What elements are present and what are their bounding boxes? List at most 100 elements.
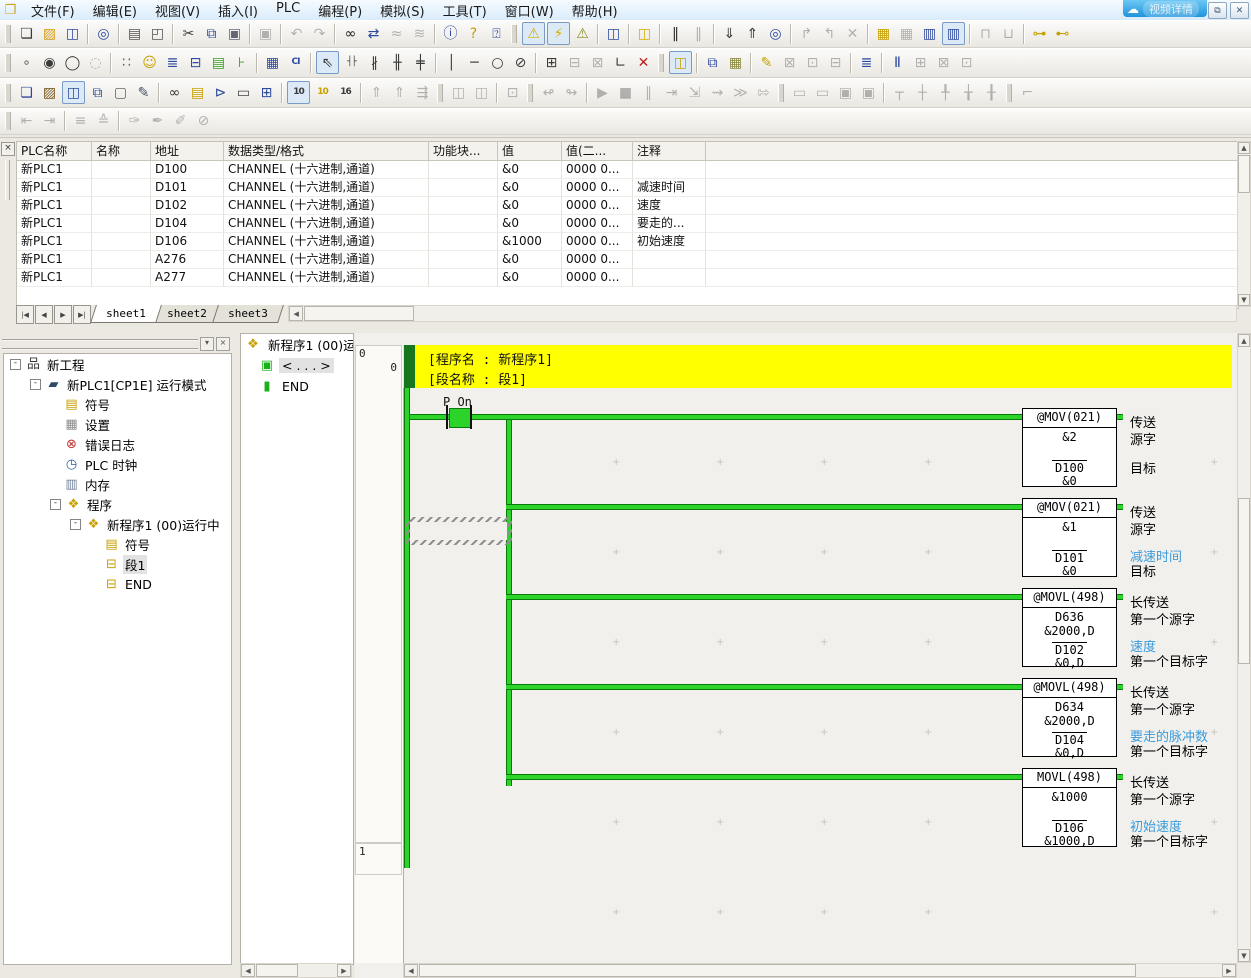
erase-button[interactable]: ✕ — [633, 52, 654, 73]
cloud-overlay-badge[interactable]: ☁ 视频详情 — [1123, 0, 1207, 17]
zoom-in-button[interactable]: ◉ — [39, 52, 60, 73]
cell-r1-c1[interactable] — [92, 179, 151, 197]
ladder-hscroll-thumb[interactable] — [419, 964, 1136, 977]
toolbar-drag-handle[interactable] — [511, 25, 517, 43]
or-contact-button[interactable]: ╫ — [387, 52, 408, 73]
cell-r3-c1[interactable] — [92, 215, 151, 233]
transfer-to-plc-button[interactable]: ◫ — [603, 23, 624, 44]
select-mode-button[interactable]: ⇖ — [316, 51, 339, 74]
differential-monitor-button[interactable]: ≣ — [856, 52, 877, 73]
column-header-0[interactable]: PLC名称 — [17, 142, 92, 161]
rung-comment-button[interactable]: ☺ — [139, 52, 160, 73]
menu-item-4[interactable]: PLC — [267, 0, 309, 21]
new-coil-button[interactable]: ○ — [487, 52, 508, 73]
save-button[interactable]: ◫ — [62, 23, 83, 44]
new-window-button[interactable]: ❏ — [16, 82, 37, 103]
menu-item-0[interactable]: 文件(F) — [22, 0, 84, 21]
column-header-3[interactable]: 数据类型/格式 — [224, 142, 429, 161]
properties-button[interactable]: ✎ — [133, 82, 154, 103]
cell-r6-c0[interactable]: 新PLC1 — [17, 269, 92, 287]
find-button[interactable]: ∞ — [340, 23, 361, 44]
tree-item-7[interactable]: -❖程序 — [4, 494, 231, 514]
cell-r1-c5[interactable]: &0 — [498, 179, 562, 197]
download-button[interactable]: ⇓ — [719, 23, 740, 44]
cell-r6-c5[interactable]: &0 — [498, 269, 562, 287]
upload-button[interactable]: ⇑ — [742, 23, 763, 44]
zoom-button[interactable]: ◯ — [62, 52, 83, 73]
cell-r3-c4[interactable] — [429, 215, 498, 233]
watch-grip-handle[interactable] — [5, 160, 10, 200]
watch-hscroll-thumb[interactable] — [304, 306, 414, 321]
zoom-out-small-button[interactable]: ∘ — [16, 52, 37, 73]
table-row[interactable]: 新PLC1D104CHANNEL (十六进制,通道)&00000 0...要走的… — [17, 215, 1238, 233]
restore-button[interactable]: ⧉ — [1208, 2, 1227, 19]
ladder-horizontal-scrollbar[interactable]: ◀ ▶ — [403, 963, 1237, 978]
toolbar-drag-handle[interactable] — [778, 84, 784, 102]
tree-item-1[interactable]: -▰新PLC1[CP1E] 运行模式 — [4, 374, 231, 394]
cell-r5-c7[interactable] — [633, 251, 706, 269]
column-header-7[interactable]: 注释 — [633, 142, 706, 161]
tree-expander-icon[interactable]: - — [50, 499, 61, 510]
section-item-0[interactable]: ▣< . . . > — [241, 355, 353, 376]
cell-r4-c0[interactable]: 新PLC1 — [17, 233, 92, 251]
tab-prev-button[interactable]: ◀ — [35, 305, 53, 324]
cell-r6-c4[interactable] — [429, 269, 498, 287]
check-programs-button[interactable]: ⚠ — [572, 23, 593, 44]
cell-r0-c3[interactable]: CHANNEL (十六进制,通道) — [224, 161, 429, 179]
cell-r0-c0[interactable]: 新PLC1 — [17, 161, 92, 179]
cell-r3-c7[interactable]: 要走的... — [633, 215, 706, 233]
column-header-4[interactable]: 功能块... — [429, 142, 498, 161]
tree-item-10[interactable]: ⊟段1 — [4, 554, 231, 574]
new-button[interactable]: ❏ — [16, 23, 37, 44]
cell-r0-c7[interactable] — [633, 161, 706, 179]
toolbar-drag-handle[interactable] — [1006, 84, 1012, 102]
or-closed-contact-button[interactable]: ╪ — [410, 52, 431, 73]
horizontal-line-button[interactable]: ─ — [464, 52, 485, 73]
show-grid-button[interactable]: ∷ — [116, 52, 137, 73]
column-header-1[interactable]: 名称 — [92, 142, 151, 161]
cell-r4-c2[interactable]: D106 — [151, 233, 224, 251]
menu-item-9[interactable]: 帮助(H) — [563, 0, 627, 21]
new-contact-button[interactable]: ┤├ — [341, 52, 362, 73]
cell-r2-c1[interactable] — [92, 197, 151, 215]
cell-r4-c5[interactable]: &1000 — [498, 233, 562, 251]
panel-close-icon[interactable]: × — [216, 337, 230, 351]
cross-reference-button[interactable]: ∞ — [164, 82, 185, 103]
symbol-display-button[interactable]: ▤ — [208, 52, 229, 73]
options-button[interactable]: ▨ — [39, 82, 60, 103]
section-hscroll-thumb[interactable] — [256, 964, 298, 977]
instruction-block-1[interactable]: @MOV(021)&1D101&0 — [1022, 498, 1117, 577]
cell-r1-c2[interactable]: D101 — [151, 179, 224, 197]
table-row[interactable]: 新PLC1D100CHANNEL (十六进制,通道)&00000 0... — [17, 161, 1238, 179]
force-set-list-button[interactable]: ⊶ — [1029, 23, 1050, 44]
cell-r1-c3[interactable]: CHANNEL (十六进制,通道) — [224, 179, 429, 197]
cell-r4-c6[interactable]: 0000 0... — [562, 233, 633, 251]
cell-r2-c2[interactable]: D102 — [151, 197, 224, 215]
table-row[interactable]: 新PLC1D102CHANNEL (十六进制,通道)&00000 0...速度 — [17, 197, 1238, 215]
column-header-5[interactable]: 值 — [498, 142, 562, 161]
tree-item-0[interactable]: -品新工程 — [4, 354, 231, 374]
tree-expander-icon[interactable]: - — [10, 359, 21, 370]
block-hierarchy-button[interactable]: ⊦ — [231, 52, 252, 73]
menu-item-7[interactable]: 工具(T) — [434, 0, 496, 21]
output-window-button[interactable]: ▭ — [233, 82, 254, 103]
section-horizontal-scrollbar[interactable]: ◀ ▶ — [240, 963, 352, 978]
cut-button[interactable]: ✂ — [178, 23, 199, 44]
verify-button[interactable]: ◎ — [765, 23, 786, 44]
io-comment-button[interactable]: ⊟ — [185, 52, 206, 73]
cell-r5-c1[interactable] — [92, 251, 151, 269]
monitor-signed-decimal-button[interactable]: 10 — [312, 82, 333, 103]
cell-r6-c3[interactable]: CHANNEL (十六进制,通道) — [224, 269, 429, 287]
monitor-window-button[interactable]: ◫ — [62, 81, 85, 104]
scroll-right-icon[interactable]: ▶ — [337, 964, 351, 977]
cell-r5-c0[interactable]: 新PLC1 — [17, 251, 92, 269]
scroll-down-icon[interactable]: ▼ — [1238, 949, 1250, 962]
cell-r1-c0[interactable]: 新PLC1 — [17, 179, 92, 197]
monitor-decimal-button[interactable]: 10 — [287, 81, 310, 104]
tab-first-button[interactable]: |◀ — [16, 305, 34, 324]
toolbar-drag-handle[interactable] — [5, 25, 11, 43]
instruction-block-0[interactable]: @MOV(021)&2D100&0 — [1022, 408, 1117, 487]
replace-button[interactable]: ⇄ — [363, 23, 384, 44]
tree-item-9[interactable]: ▤符号 — [4, 534, 231, 554]
table-row[interactable]: 新PLC1D101CHANNEL (十六进制,通道)&00000 0...减速时… — [17, 179, 1238, 197]
